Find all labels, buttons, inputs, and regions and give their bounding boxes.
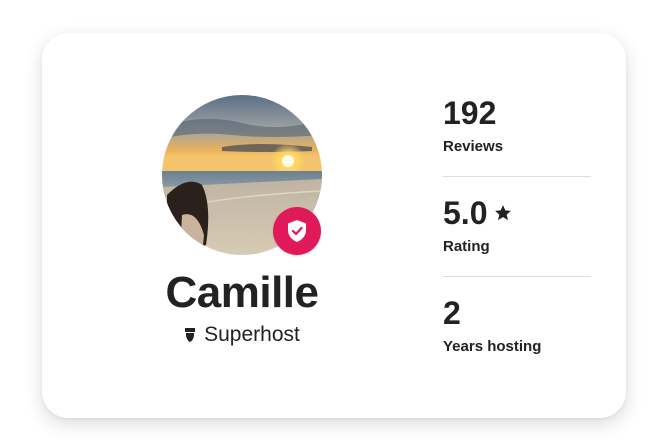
- star-icon: [495, 205, 512, 221]
- stat-divider: [443, 276, 591, 277]
- reviews-label: Reviews: [443, 138, 504, 155]
- rating-label: Rating: [443, 238, 490, 255]
- host-name: Camille: [165, 268, 319, 317]
- avatar-container: [162, 95, 322, 255]
- superhost-status: Superhost: [142, 323, 342, 347]
- verified-badge: [273, 207, 321, 255]
- years-value: 2: [443, 295, 461, 331]
- reviews-count: 192: [443, 93, 496, 133]
- rating-value: 5.0: [443, 195, 488, 231]
- shield-check-icon: [288, 220, 306, 242]
- host-stats: 192 Reviews 5.0 Rating 2 Years hosting: [443, 91, 591, 391]
- stat-years-hosting: 2 Years hosting: [443, 291, 591, 391]
- superhost-label: Superhost: [204, 323, 300, 346]
- superhost-icon: [185, 328, 196, 342]
- host-card: Camille Superhost 192 Reviews 5.0 Rating…: [42, 33, 626, 418]
- stat-divider: [443, 176, 591, 177]
- years-value-row: 2: [443, 293, 461, 333]
- rating-value-row: 5.0: [443, 193, 513, 233]
- reviews-value: 192: [443, 95, 497, 131]
- years-label: Years hosting: [443, 338, 542, 355]
